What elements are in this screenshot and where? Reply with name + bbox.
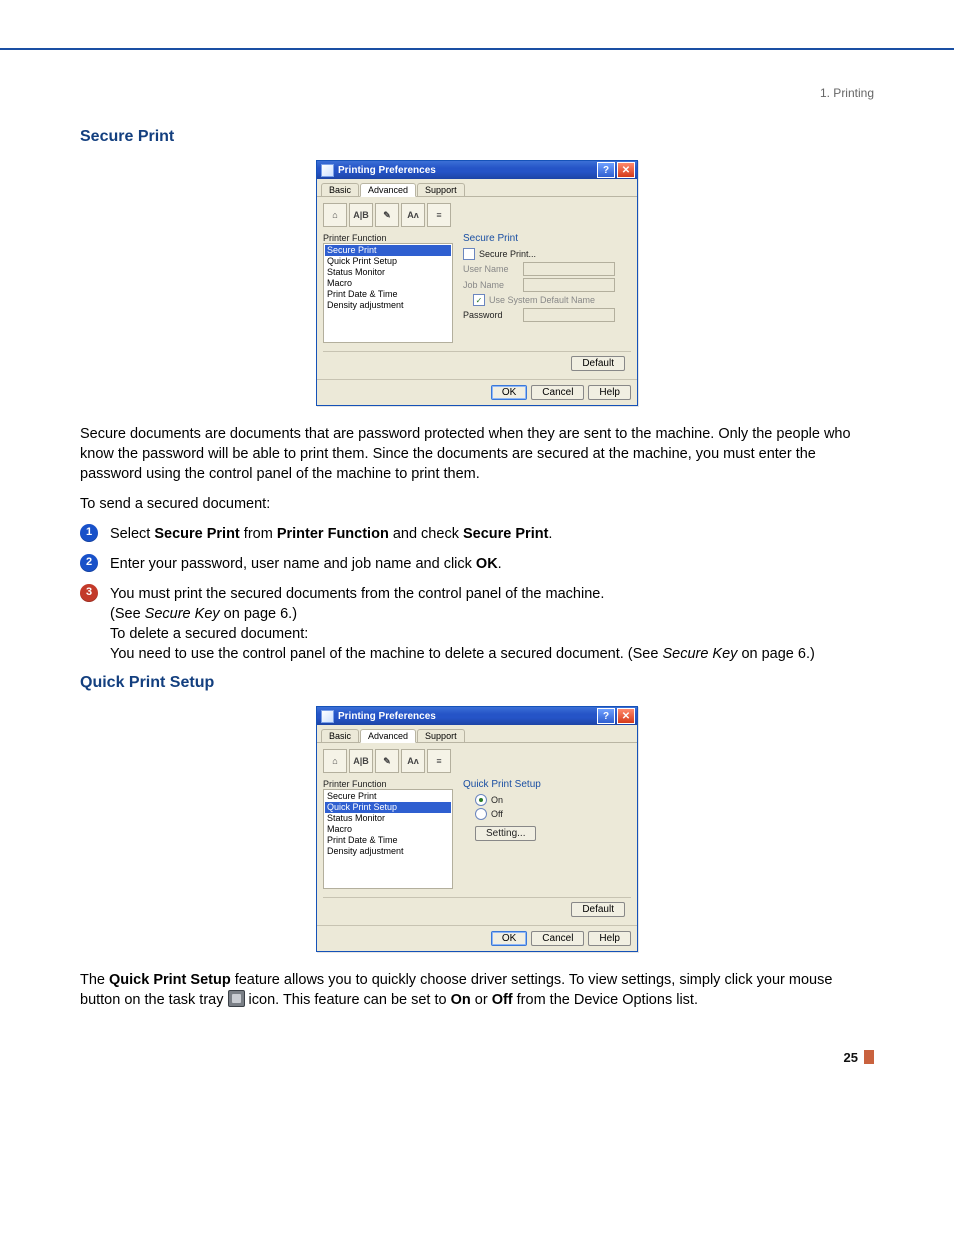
window-close-button[interactable]: ✕ [617, 708, 635, 724]
step-3-text: You must print the secured documents fro… [110, 584, 874, 664]
step-1: 1 Select Secure Print from Printer Funct… [80, 524, 874, 544]
dialog-titlebar: Printing Preferences ? ✕ [317, 161, 637, 179]
help-button[interactable]: Help [588, 931, 631, 946]
panel-heading-qps: Quick Print Setup [463, 779, 631, 790]
list-item[interactable]: Print Date & Time [325, 835, 451, 846]
dialog-title: Printing Preferences [338, 711, 595, 722]
toolbar-icon[interactable]: ⌂ [323, 749, 347, 773]
user-name-input[interactable] [523, 262, 615, 276]
toolbar-icon[interactable]: A|B [349, 203, 373, 227]
step-bullet-1-icon: 1 [80, 524, 98, 542]
breadcrumb: 1. Printing [80, 86, 874, 100]
cancel-button[interactable]: Cancel [531, 385, 584, 400]
default-button[interactable]: Default [571, 902, 625, 917]
toolbar-icon[interactable]: ≡ [427, 749, 451, 773]
secure-print-checkbox-label: Secure Print... [479, 249, 536, 259]
task-tray-icon [228, 990, 245, 1007]
paragraph-secure-intro: Secure documents are documents that are … [80, 424, 874, 484]
section-heading-quick-print-setup: Quick Print Setup [80, 674, 874, 692]
toolbar-icon[interactable]: Aʌ [401, 203, 425, 227]
list-item[interactable]: Status Monitor [325, 813, 451, 824]
toolbar-icon[interactable]: ✎ [375, 203, 399, 227]
job-name-label: Job Name [463, 280, 519, 290]
dialog-titlebar: Printing Preferences ? ✕ [317, 707, 637, 725]
tab-basic[interactable]: Basic [321, 729, 359, 742]
printer-function-label: Printer Function [323, 233, 453, 243]
dialog-app-icon [321, 710, 334, 723]
radio-off-label: Off [491, 809, 503, 819]
window-help-button[interactable]: ? [597, 162, 615, 178]
toolbar-icon[interactable]: ⌂ [323, 203, 347, 227]
paragraph-to-send: To send a secured document: [80, 494, 874, 514]
ok-button[interactable]: OK [491, 385, 527, 400]
printer-function-list[interactable]: Secure Print Quick Print Setup Status Mo… [323, 243, 453, 343]
list-item[interactable]: Density adjustment [325, 300, 451, 311]
tab-advanced[interactable]: Advanced [360, 183, 416, 197]
secure-print-checkbox[interactable] [463, 248, 475, 260]
step-bullet-3-icon: 3 [80, 584, 98, 602]
dialog-title: Printing Preferences [338, 165, 595, 176]
tab-support[interactable]: Support [417, 183, 465, 196]
window-help-button[interactable]: ? [597, 708, 615, 724]
step-2-text: Enter your password, user name and job n… [110, 554, 874, 574]
tab-advanced[interactable]: Advanced [360, 729, 416, 743]
step-3: 3 You must print the secured documents f… [80, 584, 874, 664]
printer-function-list[interactable]: Secure Print Quick Print Setup Status Mo… [323, 789, 453, 889]
list-item[interactable]: Macro [325, 824, 451, 835]
tabs-row: Basic Advanced Support [317, 179, 637, 197]
cancel-button[interactable]: Cancel [531, 931, 584, 946]
job-name-input[interactable] [523, 278, 615, 292]
setting-button[interactable]: Setting... [475, 826, 536, 841]
ok-button[interactable]: OK [491, 931, 527, 946]
list-item[interactable]: Quick Print Setup [325, 256, 451, 267]
step-2: 2 Enter your password, user name and job… [80, 554, 874, 574]
tab-basic[interactable]: Basic [321, 183, 359, 196]
doc-top-rule [0, 0, 954, 50]
printer-function-label: Printer Function [323, 779, 453, 789]
list-item[interactable]: Macro [325, 278, 451, 289]
list-item[interactable]: Secure Print [325, 791, 451, 802]
password-label: Password [463, 310, 519, 320]
toolbar-icons: ⌂ A|B ✎ Aʌ ≡ [323, 203, 631, 227]
list-item[interactable]: Print Date & Time [325, 289, 451, 300]
step-1-text: Select Secure Print from Printer Functio… [110, 524, 874, 544]
password-input[interactable] [523, 308, 615, 322]
toolbar-icon[interactable]: A|B [349, 749, 373, 773]
window-close-button[interactable]: ✕ [617, 162, 635, 178]
step-bullet-2-icon: 2 [80, 554, 98, 572]
list-item[interactable]: Status Monitor [325, 267, 451, 278]
toolbar-icon[interactable]: Aʌ [401, 749, 425, 773]
default-button[interactable]: Default [571, 356, 625, 371]
list-item[interactable]: Secure Print [325, 245, 451, 256]
paragraph-qps: The Quick Print Setup feature allows you… [80, 970, 874, 1010]
default-name-checkbox[interactable]: ✓ [473, 294, 485, 306]
tabs-row: Basic Advanced Support [317, 725, 637, 743]
default-name-checkbox-label: Use System Default Name [489, 295, 595, 305]
toolbar-icon[interactable]: ✎ [375, 749, 399, 773]
toolbar-icons: ⌂ A|B ✎ Aʌ ≡ [323, 749, 631, 773]
help-button[interactable]: Help [588, 385, 631, 400]
tab-support[interactable]: Support [417, 729, 465, 742]
page-number: 25 [80, 1050, 874, 1065]
panel-heading-secure-print: Secure Print [463, 233, 631, 244]
user-name-label: User Name [463, 264, 519, 274]
radio-on-label: On [491, 795, 503, 805]
section-heading-secure-print: Secure Print [80, 128, 874, 146]
printing-preferences-dialog-secure: Printing Preferences ? ✕ Basic Advanced … [316, 160, 638, 406]
printing-preferences-dialog-qps: Printing Preferences ? ✕ Basic Advanced … [316, 706, 638, 952]
dialog-app-icon [321, 164, 334, 177]
list-item[interactable]: Density adjustment [325, 846, 451, 857]
radio-on[interactable] [475, 794, 487, 806]
radio-off[interactable] [475, 808, 487, 820]
toolbar-icon[interactable]: ≡ [427, 203, 451, 227]
list-item[interactable]: Quick Print Setup [325, 802, 451, 813]
